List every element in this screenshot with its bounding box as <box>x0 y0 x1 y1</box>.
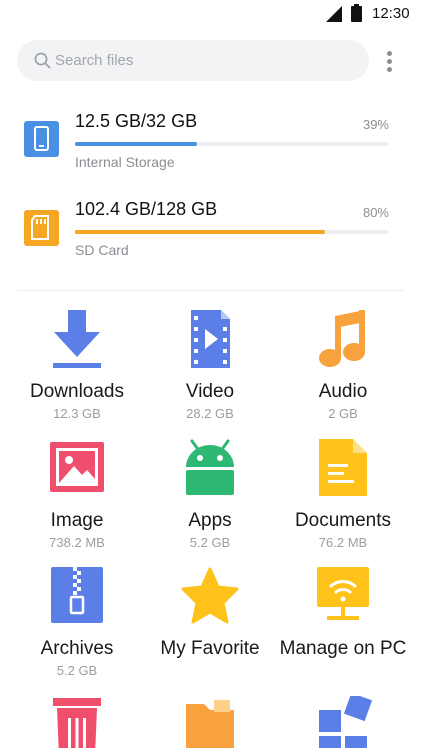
storage-percent: 80% <box>362 205 389 220</box>
storage-internal[interactable]: 12.5 GB/32 GB 39% Internal Storage <box>0 111 421 181</box>
storage-amount: 12.5 GB/32 GB <box>75 111 198 131</box>
category-name: Apps <box>188 510 232 531</box>
category-name: Archives <box>40 638 114 659</box>
download-icon <box>53 310 101 368</box>
category-name: Video <box>185 381 235 402</box>
category-size: 12.3 GB <box>53 406 101 421</box>
category-name: Image <box>50 510 104 531</box>
category-size: 2 GB <box>328 406 358 421</box>
category-audio[interactable]: Audio 2 GB <box>278 310 408 421</box>
storage-label: Internal Storage <box>75 154 175 170</box>
category-widgets[interactable] <box>278 696 408 748</box>
category-folder[interactable] <box>145 696 275 748</box>
storage-progress-fill <box>75 230 326 234</box>
more-options-button[interactable] <box>378 48 400 74</box>
category-size: 5.2 GB <box>189 535 231 550</box>
battery-icon <box>351 4 362 22</box>
music-note-icon <box>319 310 365 367</box>
category-size: 738.2 MB <box>49 535 105 550</box>
category-downloads[interactable]: Downloads 12.3 GB <box>12 310 142 421</box>
storage-progress-bar <box>75 230 388 234</box>
monitor-wifi-icon <box>317 567 369 620</box>
category-trash[interactable] <box>12 696 142 748</box>
document-icon <box>319 439 367 496</box>
phone-storage-icon <box>24 121 59 157</box>
category-manage-on-pc[interactable]: Manage on PC <box>278 567 408 663</box>
category-size: 28.2 GB <box>186 406 234 421</box>
search-input[interactable] <box>55 40 345 81</box>
category-image[interactable]: Image 738.2 MB <box>12 439 142 550</box>
category-name: Audio <box>318 381 368 402</box>
star-icon <box>181 567 239 624</box>
trash-icon <box>53 698 101 748</box>
category-video[interactable]: Video 28.2 GB <box>145 310 275 421</box>
status-time: 12:30 <box>372 5 410 22</box>
search-icon <box>34 52 51 69</box>
video-icon <box>191 310 230 368</box>
category-name: My Favorite <box>160 638 260 659</box>
storage-label: SD Card <box>75 242 129 258</box>
android-icon <box>186 439 234 495</box>
folder-icon <box>186 700 234 748</box>
category-documents[interactable]: Documents 76.2 MB <box>278 439 408 550</box>
image-icon <box>50 442 104 492</box>
archive-zip-icon <box>51 567 103 623</box>
storage-progress-bar <box>75 142 388 146</box>
category-apps[interactable]: Apps 5.2 GB <box>145 439 275 550</box>
cellular-signal-icon <box>326 6 342 22</box>
storage-amount: 102.4 GB/128 GB <box>75 199 218 219</box>
category-name: Downloads <box>30 381 124 402</box>
sd-card-icon <box>24 210 59 246</box>
category-archives[interactable]: Archives 5.2 GB <box>12 567 142 678</box>
storage-sd-card[interactable]: 102.4 GB/128 GB 80% SD Card <box>0 199 421 269</box>
category-size: 5.2 GB <box>56 663 98 678</box>
category-name: Manage on PC <box>279 638 407 659</box>
status-bar: 12:30 <box>0 0 421 28</box>
category-size: 76.2 MB <box>318 535 368 550</box>
storage-progress-fill <box>75 142 198 146</box>
storage-percent: 39% <box>362 117 389 132</box>
category-name: Documents <box>294 510 392 531</box>
widgets-icon <box>319 696 373 748</box>
category-my-favorite[interactable]: My Favorite <box>145 567 275 663</box>
divider <box>17 290 404 291</box>
more-dots-icon <box>387 51 392 56</box>
search-bar[interactable] <box>17 40 369 81</box>
